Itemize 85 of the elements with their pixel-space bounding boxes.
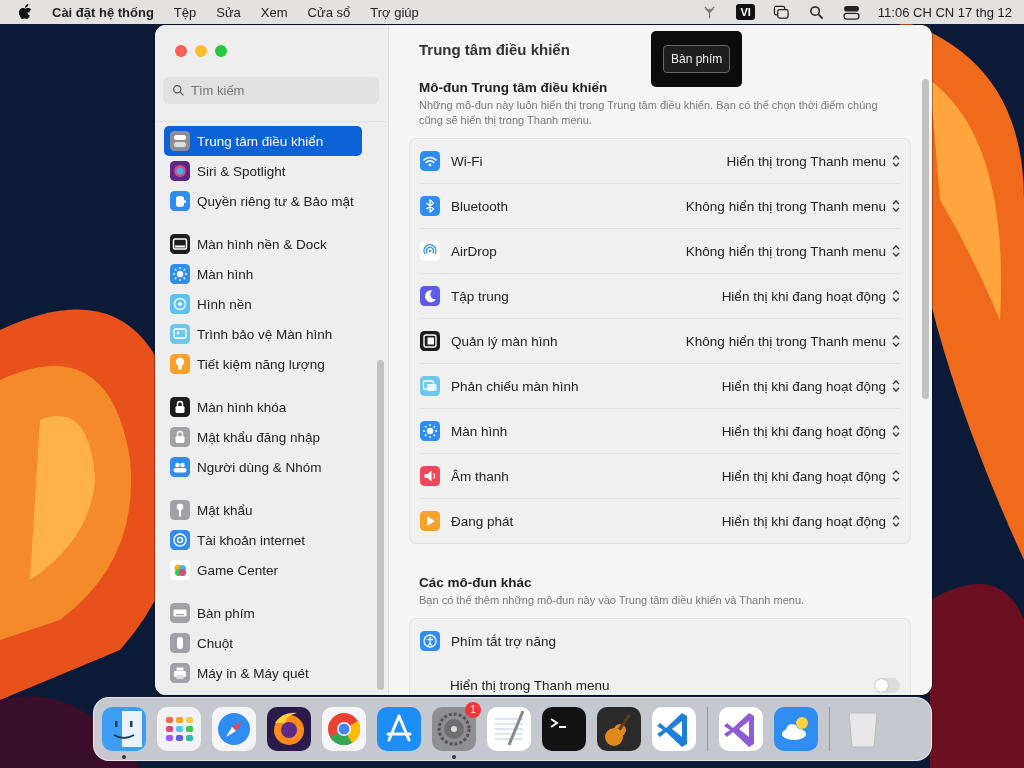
scrollbar[interactable] xyxy=(922,79,929,399)
visibility-popup[interactable]: Không hiển thị trong Thanh menu xyxy=(685,198,900,214)
tooltip-label: Bàn phím xyxy=(663,45,731,73)
module-name: Màn hình xyxy=(451,423,508,439)
visibility-popup[interactable]: Không hiển thị trong Thanh menu xyxy=(685,243,900,259)
section-description: Những mô-đun này luôn hiển thị trong Trung tâm điều khiển. Bạn có thể chọn thời điểm chúng cũng sẽ hiển thị trong Thanh menu. xyxy=(419,98,879,128)
terminal-app-icon[interactable] xyxy=(542,707,586,751)
option-label: Hiển thị trong Thanh menu xyxy=(450,677,610,693)
scrollbar[interactable] xyxy=(377,360,384,690)
module-name: Bluetooth xyxy=(451,198,509,214)
section-heading: Các mô-đun khác xyxy=(419,575,533,590)
menu-item[interactable]: Xem xyxy=(260,4,288,20)
sidebar-item[interactable]: Siri & Spotlight xyxy=(164,156,362,186)
menu-item[interactable]: Trợ giúp xyxy=(370,4,419,20)
app-name-menu[interactable]: Cài đặt hệ thống xyxy=(52,4,154,20)
compass-app-icon[interactable] xyxy=(212,707,256,751)
sidebar-item[interactable]: Máy in & Máy quét xyxy=(164,658,362,688)
page-title: Trung tâm điều khiển xyxy=(419,41,570,60)
sidebar-item[interactable]: Game Center xyxy=(164,555,362,585)
sidebar-item[interactable]: Màn hình khóa xyxy=(164,392,362,422)
visibility-popup[interactable]: Hiển thị khi đang hoạt động xyxy=(721,468,900,484)
sidebar-item[interactable]: Quyền riêng tư & Bảo mật xyxy=(164,186,362,216)
face-app-icon[interactable] xyxy=(102,707,146,751)
sidebar-item[interactable]: Màn hình xyxy=(164,259,362,289)
sidebar-item[interactable]: Trung tâm điều khiển xyxy=(164,126,362,156)
up-down-chevron-icon xyxy=(892,469,900,483)
sidebar-item[interactable]: Bàn phím xyxy=(164,598,362,628)
close-button[interactable] xyxy=(175,45,187,57)
up-down-chevron-icon xyxy=(892,514,900,528)
sidebar-item[interactable]: Màn hình nền & Dock xyxy=(164,229,362,259)
module-name: Wi-Fi xyxy=(451,153,483,169)
sidebar-item[interactable]: Hình nền xyxy=(164,289,362,319)
module-name: Phím tắt trợ năng xyxy=(451,633,556,649)
up-down-chevron-icon xyxy=(892,289,900,303)
up-down-chevron-icon xyxy=(892,244,900,258)
visibility-popup[interactable]: Hiển thị khi đang hoạt động xyxy=(721,378,900,394)
sidebar-item[interactable]: Mật khẩu xyxy=(164,495,362,525)
up-down-chevron-icon xyxy=(892,424,900,438)
visibility-popup[interactable]: Hiển thị khi đang hoạt động xyxy=(721,513,900,529)
toggle-switch[interactable] xyxy=(874,677,900,693)
weather-app-icon[interactable] xyxy=(774,707,818,751)
search-icon[interactable] xyxy=(807,4,825,20)
search-field[interactable]: Tìm kiếm xyxy=(163,77,379,104)
code-app-icon[interactable] xyxy=(652,707,696,751)
menu-bar-clock[interactable]: 11:06 CH CN 17 thg 12 xyxy=(877,4,1012,20)
sidebar-item[interactable]: Tài khoản internet xyxy=(164,525,362,555)
sidebar-item[interactable]: Mật khẩu đăng nhập xyxy=(164,422,362,452)
visibility-popup[interactable]: Hiển thị khi đang hoạt động xyxy=(721,423,900,439)
search-icon xyxy=(172,84,185,97)
grid-app-icon[interactable] xyxy=(157,707,201,751)
visibility-popup[interactable]: Hiển thị khi đang hoạt động xyxy=(721,288,900,304)
control-center-icon[interactable] xyxy=(842,4,860,20)
up-down-chevron-icon xyxy=(892,154,900,168)
up-down-chevron-icon xyxy=(892,334,900,348)
section-description: Bạn có thể thêm những mô-đun này vào Trung tâm điều khiển và Thanh menu. xyxy=(419,593,806,608)
visibility-popup[interactable]: Không hiển thị trong Thanh menu xyxy=(685,333,900,349)
zoom-button[interactable] xyxy=(215,45,227,57)
module-name: Tập trung xyxy=(451,288,509,304)
tools-app-icon[interactable] xyxy=(377,707,421,751)
sidebar-item[interactable]: Trình bảo vệ Màn hình xyxy=(164,319,362,349)
menu-item[interactable]: Sửa xyxy=(216,4,241,20)
apple-logo-icon[interactable] xyxy=(18,4,32,20)
ribbon-app-icon[interactable] xyxy=(719,707,763,751)
module-name: Phản chiếu màn hình xyxy=(451,378,579,394)
up-down-chevron-icon xyxy=(892,199,900,213)
module-name: Đang phát xyxy=(451,513,514,529)
sidebar-item[interactable]: Chuột xyxy=(164,628,362,658)
menu-item[interactable]: Tệp xyxy=(173,4,197,20)
notification-badge: 1 xyxy=(465,702,481,718)
module-name: Quản lý màn hình xyxy=(451,333,558,349)
fox-app-icon[interactable] xyxy=(267,707,311,751)
module-name: Âm thanh xyxy=(451,468,509,484)
visibility-popup[interactable]: Hiển thị trong Thanh menu xyxy=(726,153,900,169)
gear-app-icon[interactable] xyxy=(432,707,476,751)
ring-app-icon[interactable] xyxy=(322,707,366,751)
guitar-app-icon[interactable] xyxy=(597,707,641,751)
notepad-app-icon[interactable] xyxy=(487,707,531,751)
sidebar-item[interactable]: Tiết kiệm năng lượng xyxy=(164,349,362,379)
input-source-indicator[interactable]: VI xyxy=(736,4,755,20)
module-name: AirDrop xyxy=(451,243,497,259)
up-down-chevron-icon xyxy=(892,379,900,393)
menu-item[interactable]: Cửa sổ xyxy=(307,4,351,20)
windows-icon[interactable] xyxy=(772,4,790,20)
section-heading: Mô-đun Trung tâm điều khiển xyxy=(419,80,609,95)
sidebar-item[interactable]: Người dùng & Nhóm xyxy=(164,452,362,482)
